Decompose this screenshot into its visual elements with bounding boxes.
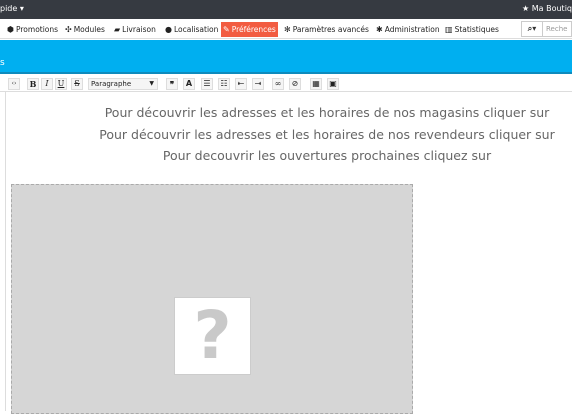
search-input[interactable]: Reche xyxy=(546,25,567,33)
menu-item-promotions[interactable]: ⬢ Promotions xyxy=(5,22,60,37)
menu-item-preferences[interactable]: ✎ Préférences xyxy=(221,22,278,37)
gear-icon: ✱ xyxy=(376,25,383,34)
menu-item-statistiques[interactable]: ▥ Statistiques xyxy=(443,22,501,37)
format-select-value: Paragraphe xyxy=(91,80,132,88)
page-title-fragment: s xyxy=(0,58,5,68)
image-button[interactable]: ▣ xyxy=(327,78,339,90)
menu-item-label: Promotions xyxy=(15,25,59,34)
page-header: s xyxy=(0,40,572,74)
menu-item-parametres-avances[interactable]: ✻ Paramètres avancés xyxy=(282,22,371,37)
bullet-list-button[interactable]: ☰ xyxy=(201,78,213,90)
content-line-2: Pour découvrir les adresses et les horai… xyxy=(99,127,555,142)
truck-icon: ▰ xyxy=(114,25,121,34)
menu-item-label: Localisation xyxy=(173,25,219,34)
shop-link[interactable]: ★ Ma Boutiq xyxy=(522,4,572,13)
code-icon: ‹› xyxy=(11,80,17,87)
editor-toolbar: ‹› B I U S Paragraphe ▼ ❞ A ☰ ☷ ⇤ ⇥ ∞ ⊘ … xyxy=(0,76,572,92)
strikethrough-button[interactable]: S xyxy=(71,78,83,90)
italic-icon: I xyxy=(45,79,49,88)
top-bar-left-label: pide xyxy=(0,4,18,13)
bold-icon: B xyxy=(29,79,37,89)
main-menu: ⬢ Promotions ✣ Modules ▰ Livraison ● Localis… xyxy=(0,19,572,39)
menu-item-label: Modules xyxy=(73,25,105,34)
indent-button[interactable]: ⇥ xyxy=(252,78,264,90)
menu-item-livraison[interactable]: ▰ Livraison xyxy=(112,22,158,37)
numbered-list-icon: ☷ xyxy=(220,79,228,88)
content-line-3: Pour decouvrir les ouvertures prochaines… xyxy=(162,148,492,163)
menu-item-label: Paramètres avancés xyxy=(292,25,369,34)
bar-chart-icon: ▥ xyxy=(445,25,453,34)
source-code-button[interactable]: ‹› xyxy=(8,78,20,90)
blockquote-button[interactable]: ❞ xyxy=(166,78,178,90)
search-box[interactable]: ⌕▾ Reche xyxy=(521,21,572,37)
outdent-icon: ⇤ xyxy=(237,79,245,88)
film-icon: ▦ xyxy=(312,79,320,88)
caret-down-icon: ▾ xyxy=(19,4,24,13)
format-select[interactable]: Paragraphe ▼ xyxy=(88,78,158,90)
text-color-button[interactable]: A xyxy=(183,78,195,90)
menu-item-administration[interactable]: ✱ Administration xyxy=(374,22,442,37)
bullet-list-icon: ☰ xyxy=(203,79,211,88)
outdent-button[interactable]: ⇤ xyxy=(235,78,247,90)
search-dropdown-button[interactable]: ⌕▾ xyxy=(522,22,543,36)
menu-item-label: Administration xyxy=(384,25,440,34)
underline-button[interactable]: U xyxy=(55,78,67,90)
menu-item-modules[interactable]: ✣ Modules xyxy=(63,22,107,37)
quote-icon: ❞ xyxy=(169,79,175,89)
star-icon: ★ xyxy=(522,4,530,13)
unlink-button[interactable]: ⊘ xyxy=(289,78,301,90)
caret-down-icon: ▼ xyxy=(149,80,154,87)
cogs-icon: ✻ xyxy=(284,25,291,34)
indent-icon: ⇥ xyxy=(254,79,262,88)
shop-name: Ma Boutiq xyxy=(531,4,572,13)
bold-button[interactable]: B xyxy=(27,78,39,90)
top-bar-left[interactable]: pide ▾ xyxy=(0,4,24,13)
unlink-icon: ⊘ xyxy=(291,79,299,88)
numbered-list-button[interactable]: ☷ xyxy=(218,78,230,90)
strikethrough-icon: S xyxy=(74,79,80,88)
menu-item-localisation[interactable]: ● Localisation xyxy=(163,22,220,37)
text-color-icon: A xyxy=(185,79,193,88)
menu-item-label: Livraison xyxy=(122,25,156,34)
tags-icon: ⬢ xyxy=(7,25,14,34)
search-icon: ⌕ xyxy=(527,24,533,33)
question-mark-icon: ? xyxy=(193,297,232,374)
globe-icon: ● xyxy=(165,25,172,34)
menu-item-label: Statistiques xyxy=(454,25,499,34)
image-icon: ▣ xyxy=(329,79,337,88)
content-line-1: Pour découvrir les adresses et les horai… xyxy=(104,105,550,120)
underline-icon: U xyxy=(57,79,65,88)
puzzle-icon: ✣ xyxy=(65,25,72,34)
link-icon: ∞ xyxy=(274,79,282,88)
menu-item-label: Préférences xyxy=(231,25,276,34)
top-bar: pide ▾ ★ Ma Boutiq xyxy=(0,0,572,19)
italic-button[interactable]: I xyxy=(41,78,53,90)
link-button[interactable]: ∞ xyxy=(272,78,284,90)
missing-image-icon: ? xyxy=(174,297,251,375)
media-button[interactable]: ▦ xyxy=(310,78,322,90)
wrench-icon: ✎ xyxy=(223,25,230,34)
